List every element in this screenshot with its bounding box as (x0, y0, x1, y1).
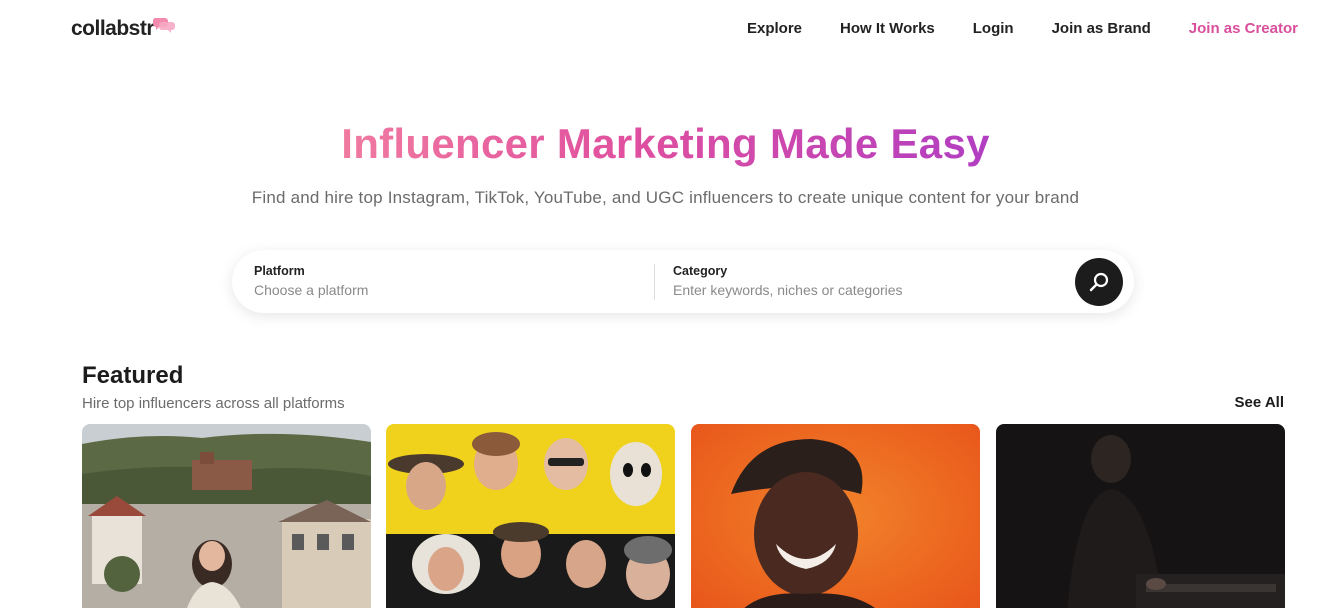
search-bar: Platform Choose a platform Category Ente… (232, 250, 1134, 313)
influencer-card-3[interactable] (691, 424, 980, 608)
platform-field[interactable]: Platform Choose a platform (254, 264, 644, 298)
platform-select[interactable]: Choose a platform (254, 282, 644, 298)
photo-man-piano-icon (996, 424, 1285, 608)
featured-subtitle: Hire top influencers across all platform… (82, 395, 345, 412)
collabstr-logo[interactable]: collabstr (71, 17, 176, 41)
photo-woman-orange-icon (691, 424, 980, 608)
influencer-card-1[interactable] (82, 424, 371, 608)
speech-bubbles-icon (153, 18, 176, 33)
photo-group-faces-icon (386, 424, 675, 608)
nav-how-it-works[interactable]: How It Works (840, 20, 935, 37)
see-all-link[interactable]: See All (1235, 394, 1284, 411)
search-button[interactable] (1075, 258, 1123, 306)
search-divider (654, 264, 655, 300)
search-icon (1089, 272, 1109, 292)
category-input[interactable]: Enter keywords, niches or categories (673, 282, 1063, 298)
influencer-card-2[interactable] (386, 424, 675, 608)
category-field[interactable]: Category Enter keywords, niches or categ… (673, 264, 1063, 298)
hero-subtitle: Find and hire top Instagram, TikTok, You… (251, 188, 1080, 207)
logo-text: collabstr (71, 17, 155, 40)
platform-label: Platform (254, 264, 305, 278)
top-navigation: collabstr Explore How It Works Login Joi… (0, 0, 1331, 60)
nav-explore[interactable]: Explore (747, 20, 802, 37)
hero-title-text: Influencer Marketing Made Easy (341, 120, 990, 167)
influencer-card-4[interactable] (996, 424, 1285, 608)
nav-join-as-brand[interactable]: Join as Brand (1052, 20, 1151, 37)
nav-login[interactable]: Login (973, 20, 1014, 37)
nav-join-as-creator[interactable]: Join as Creator (1189, 20, 1298, 37)
featured-title: Featured (82, 362, 184, 389)
photo-woman-town-icon (82, 424, 371, 608)
nav-links: Explore How It Works Login Join as Brand… (747, 20, 1298, 37)
category-label: Category (673, 264, 728, 278)
hero-title: Influencer Marketing Made Easy (0, 120, 1331, 168)
